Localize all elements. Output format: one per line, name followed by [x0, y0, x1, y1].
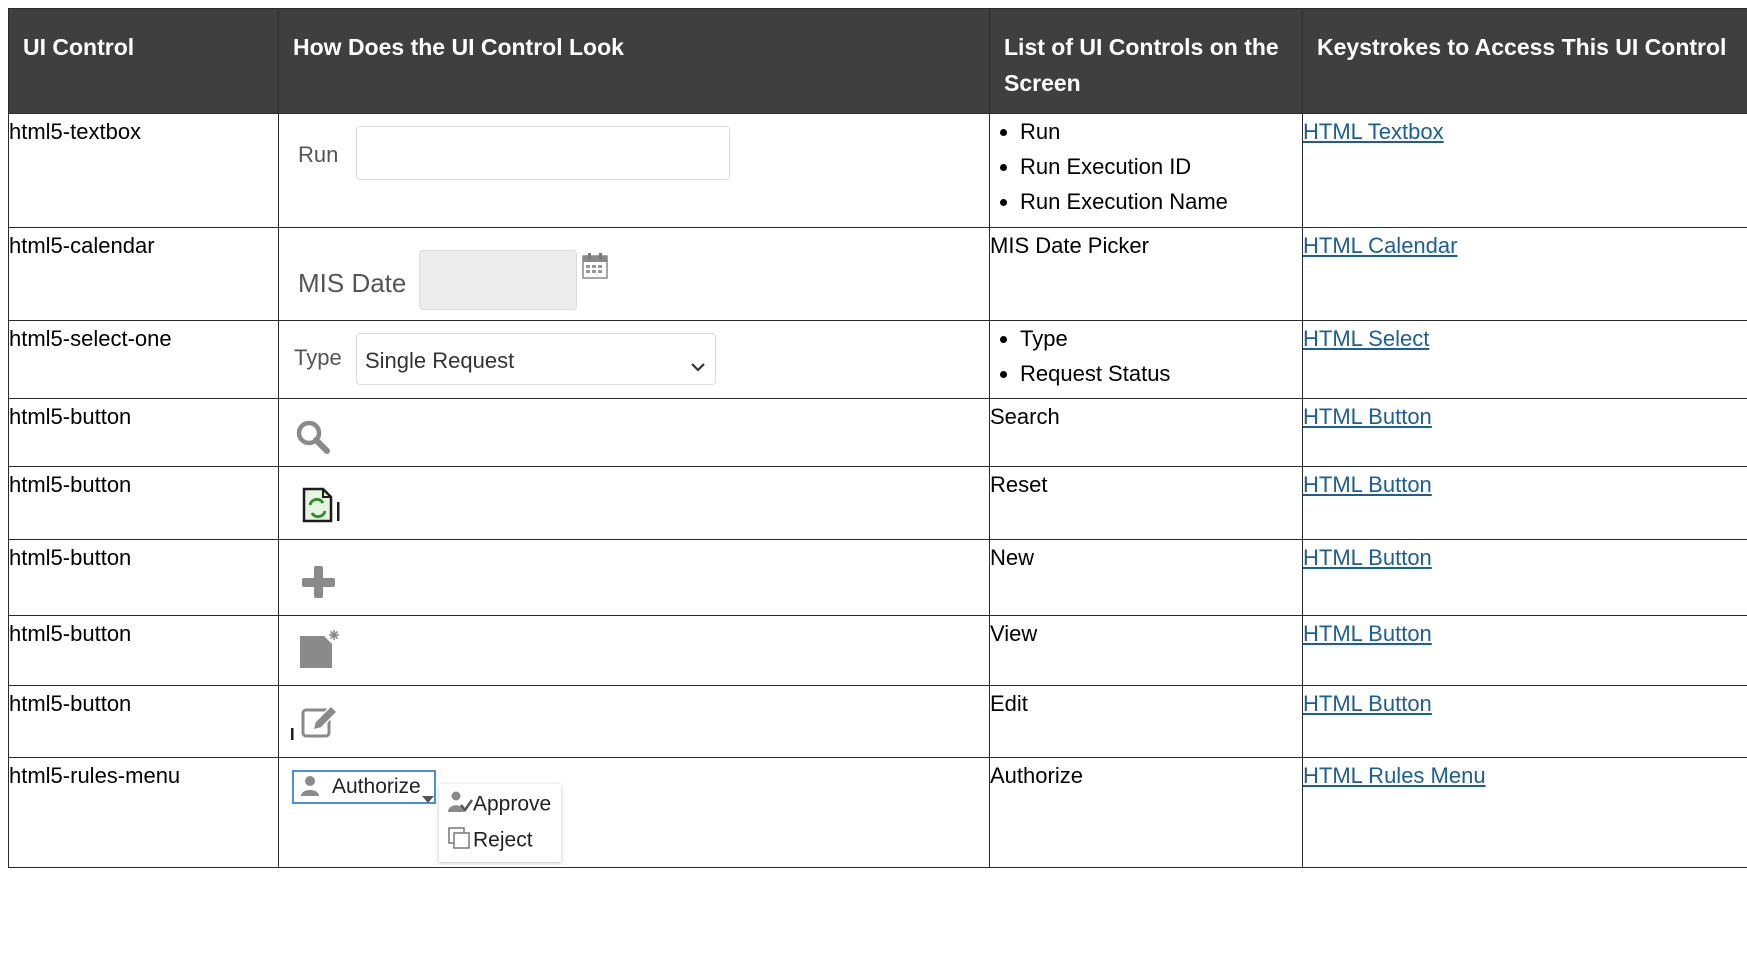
look-cell	[278, 539, 990, 616]
control-name: html5-button	[8, 539, 279, 616]
keys-cell: HTML Select	[1302, 320, 1747, 399]
header-keys: Keystrokes to Access This UI Control	[1302, 8, 1747, 114]
list-cell: Search	[989, 398, 1303, 467]
table-row: html5-calendar MIS Date MIS Date Picker …	[8, 227, 1747, 321]
html-rules-menu-link[interactable]: HTML Rules Menu	[1303, 763, 1486, 788]
authorize-button[interactable]: Authorize	[292, 770, 436, 804]
reject-icon	[447, 826, 473, 856]
look-cell	[278, 615, 990, 686]
list-cell: View	[989, 615, 1303, 686]
list-item: Run Execution ID	[1020, 149, 1302, 184]
list-cell: Type Request Status	[989, 320, 1303, 399]
keys-cell: HTML Button	[1302, 539, 1747, 616]
search-icon[interactable]	[295, 419, 331, 461]
header-row: UI Control How Does the UI Control Look …	[8, 8, 1747, 114]
mis-date-label: MIS Date	[298, 268, 407, 298]
type-select-value: Single Request	[365, 348, 515, 373]
keys-cell: HTML Button	[1302, 615, 1747, 686]
keys-cell: HTML Button	[1302, 398, 1747, 467]
html-select-link[interactable]: HTML Select	[1303, 326, 1429, 351]
look-cell: Type Single Request	[278, 320, 990, 399]
chevron-down-icon	[422, 784, 434, 810]
look-cell	[278, 398, 990, 467]
table-row: html5-button View HTML Button	[8, 615, 1747, 686]
html-calendar-link[interactable]: HTML Calendar	[1303, 233, 1457, 258]
mis-date-input[interactable]	[419, 250, 577, 310]
control-name: html5-button	[8, 615, 279, 686]
ui-controls-table: UI Control How Does the UI Control Look …	[8, 8, 1747, 868]
reset-icon[interactable]	[301, 487, 341, 529]
authorize-label: Authorize	[332, 775, 421, 798]
authorize-dropdown-menu: Approve Reject	[439, 784, 561, 862]
look-cell: MIS Date	[278, 227, 990, 321]
list-cell: Edit	[989, 685, 1303, 758]
html-button-link[interactable]: HTML Button	[1303, 472, 1432, 497]
list-item: Request Status	[1020, 356, 1302, 391]
control-name: html5-textbox	[8, 113, 279, 228]
view-icon[interactable]	[298, 628, 342, 678]
control-name: html5-button	[8, 466, 279, 540]
control-name: html5-rules-menu	[8, 757, 279, 868]
look-cell: Authorize Approve Reject	[278, 757, 990, 868]
header-list: List of UI Controls on the Screen	[989, 8, 1303, 114]
keys-cell: HTML Button	[1302, 466, 1747, 540]
table-row: html5-button Search HTML Button	[8, 398, 1747, 467]
html-button-link[interactable]: HTML Button	[1303, 404, 1432, 429]
menu-item-reject[interactable]: Reject	[447, 826, 533, 856]
html-button-link[interactable]: HTML Button	[1303, 691, 1432, 716]
list-cell: MIS Date Picker	[989, 227, 1303, 321]
look-cell	[278, 466, 990, 540]
look-cell: Run	[278, 113, 990, 228]
calendar-icon[interactable]	[581, 252, 609, 286]
control-name: html5-calendar	[8, 227, 279, 321]
menu-item-approve[interactable]: Approve	[447, 790, 551, 820]
table-row: html5-button New HTML Button	[8, 539, 1747, 616]
html-button-link[interactable]: HTML Button	[1303, 621, 1432, 646]
control-name: html5-button	[8, 685, 279, 758]
run-input[interactable]	[356, 126, 730, 180]
list-item: Type	[1020, 321, 1302, 356]
edit-icon[interactable]	[289, 700, 351, 750]
table-row: html5-button Edit HTML Button	[8, 685, 1747, 758]
html-button-link[interactable]: HTML Button	[1303, 545, 1432, 570]
header-ui-control: UI Control	[8, 8, 279, 114]
table-row: html5-rules-menu Authorize Approve Rejec…	[8, 757, 1747, 868]
control-name: html5-select-one	[8, 320, 279, 399]
keys-cell: HTML Rules Menu	[1302, 757, 1747, 868]
menu-item-label: Approve	[473, 792, 552, 816]
list-cell: New	[989, 539, 1303, 616]
type-select[interactable]: Single Request	[356, 333, 716, 385]
list-cell: Reset	[989, 466, 1303, 540]
plus-icon[interactable]	[300, 564, 336, 606]
type-label: Type	[294, 345, 342, 370]
user-icon	[300, 774, 324, 804]
header-look: How Does the UI Control Look	[278, 8, 990, 114]
list-item: Run Execution Name	[1020, 184, 1302, 219]
list-cell: Run Run Execution ID Run Execution Name	[989, 113, 1303, 228]
chevron-down-icon	[691, 352, 705, 378]
keys-cell: HTML Calendar	[1302, 227, 1747, 321]
keys-cell: HTML Button	[1302, 685, 1747, 758]
look-cell	[278, 685, 990, 758]
table-row: html5-button Reset HTML Button	[8, 466, 1747, 540]
list-cell: Authorize	[989, 757, 1303, 868]
menu-item-label: Reject	[473, 828, 533, 852]
run-label: Run	[298, 142, 339, 167]
table-row: html5-textbox Run Run Run Execution ID R…	[8, 113, 1747, 228]
table-row: html5-select-one Type Single Request Typ…	[8, 320, 1747, 399]
approve-icon	[447, 790, 474, 820]
control-name: html5-button	[8, 398, 279, 467]
keys-cell: HTML Textbox	[1302, 113, 1747, 228]
html-textbox-link[interactable]: HTML Textbox	[1303, 119, 1444, 144]
list-item: Run	[1020, 114, 1302, 149]
